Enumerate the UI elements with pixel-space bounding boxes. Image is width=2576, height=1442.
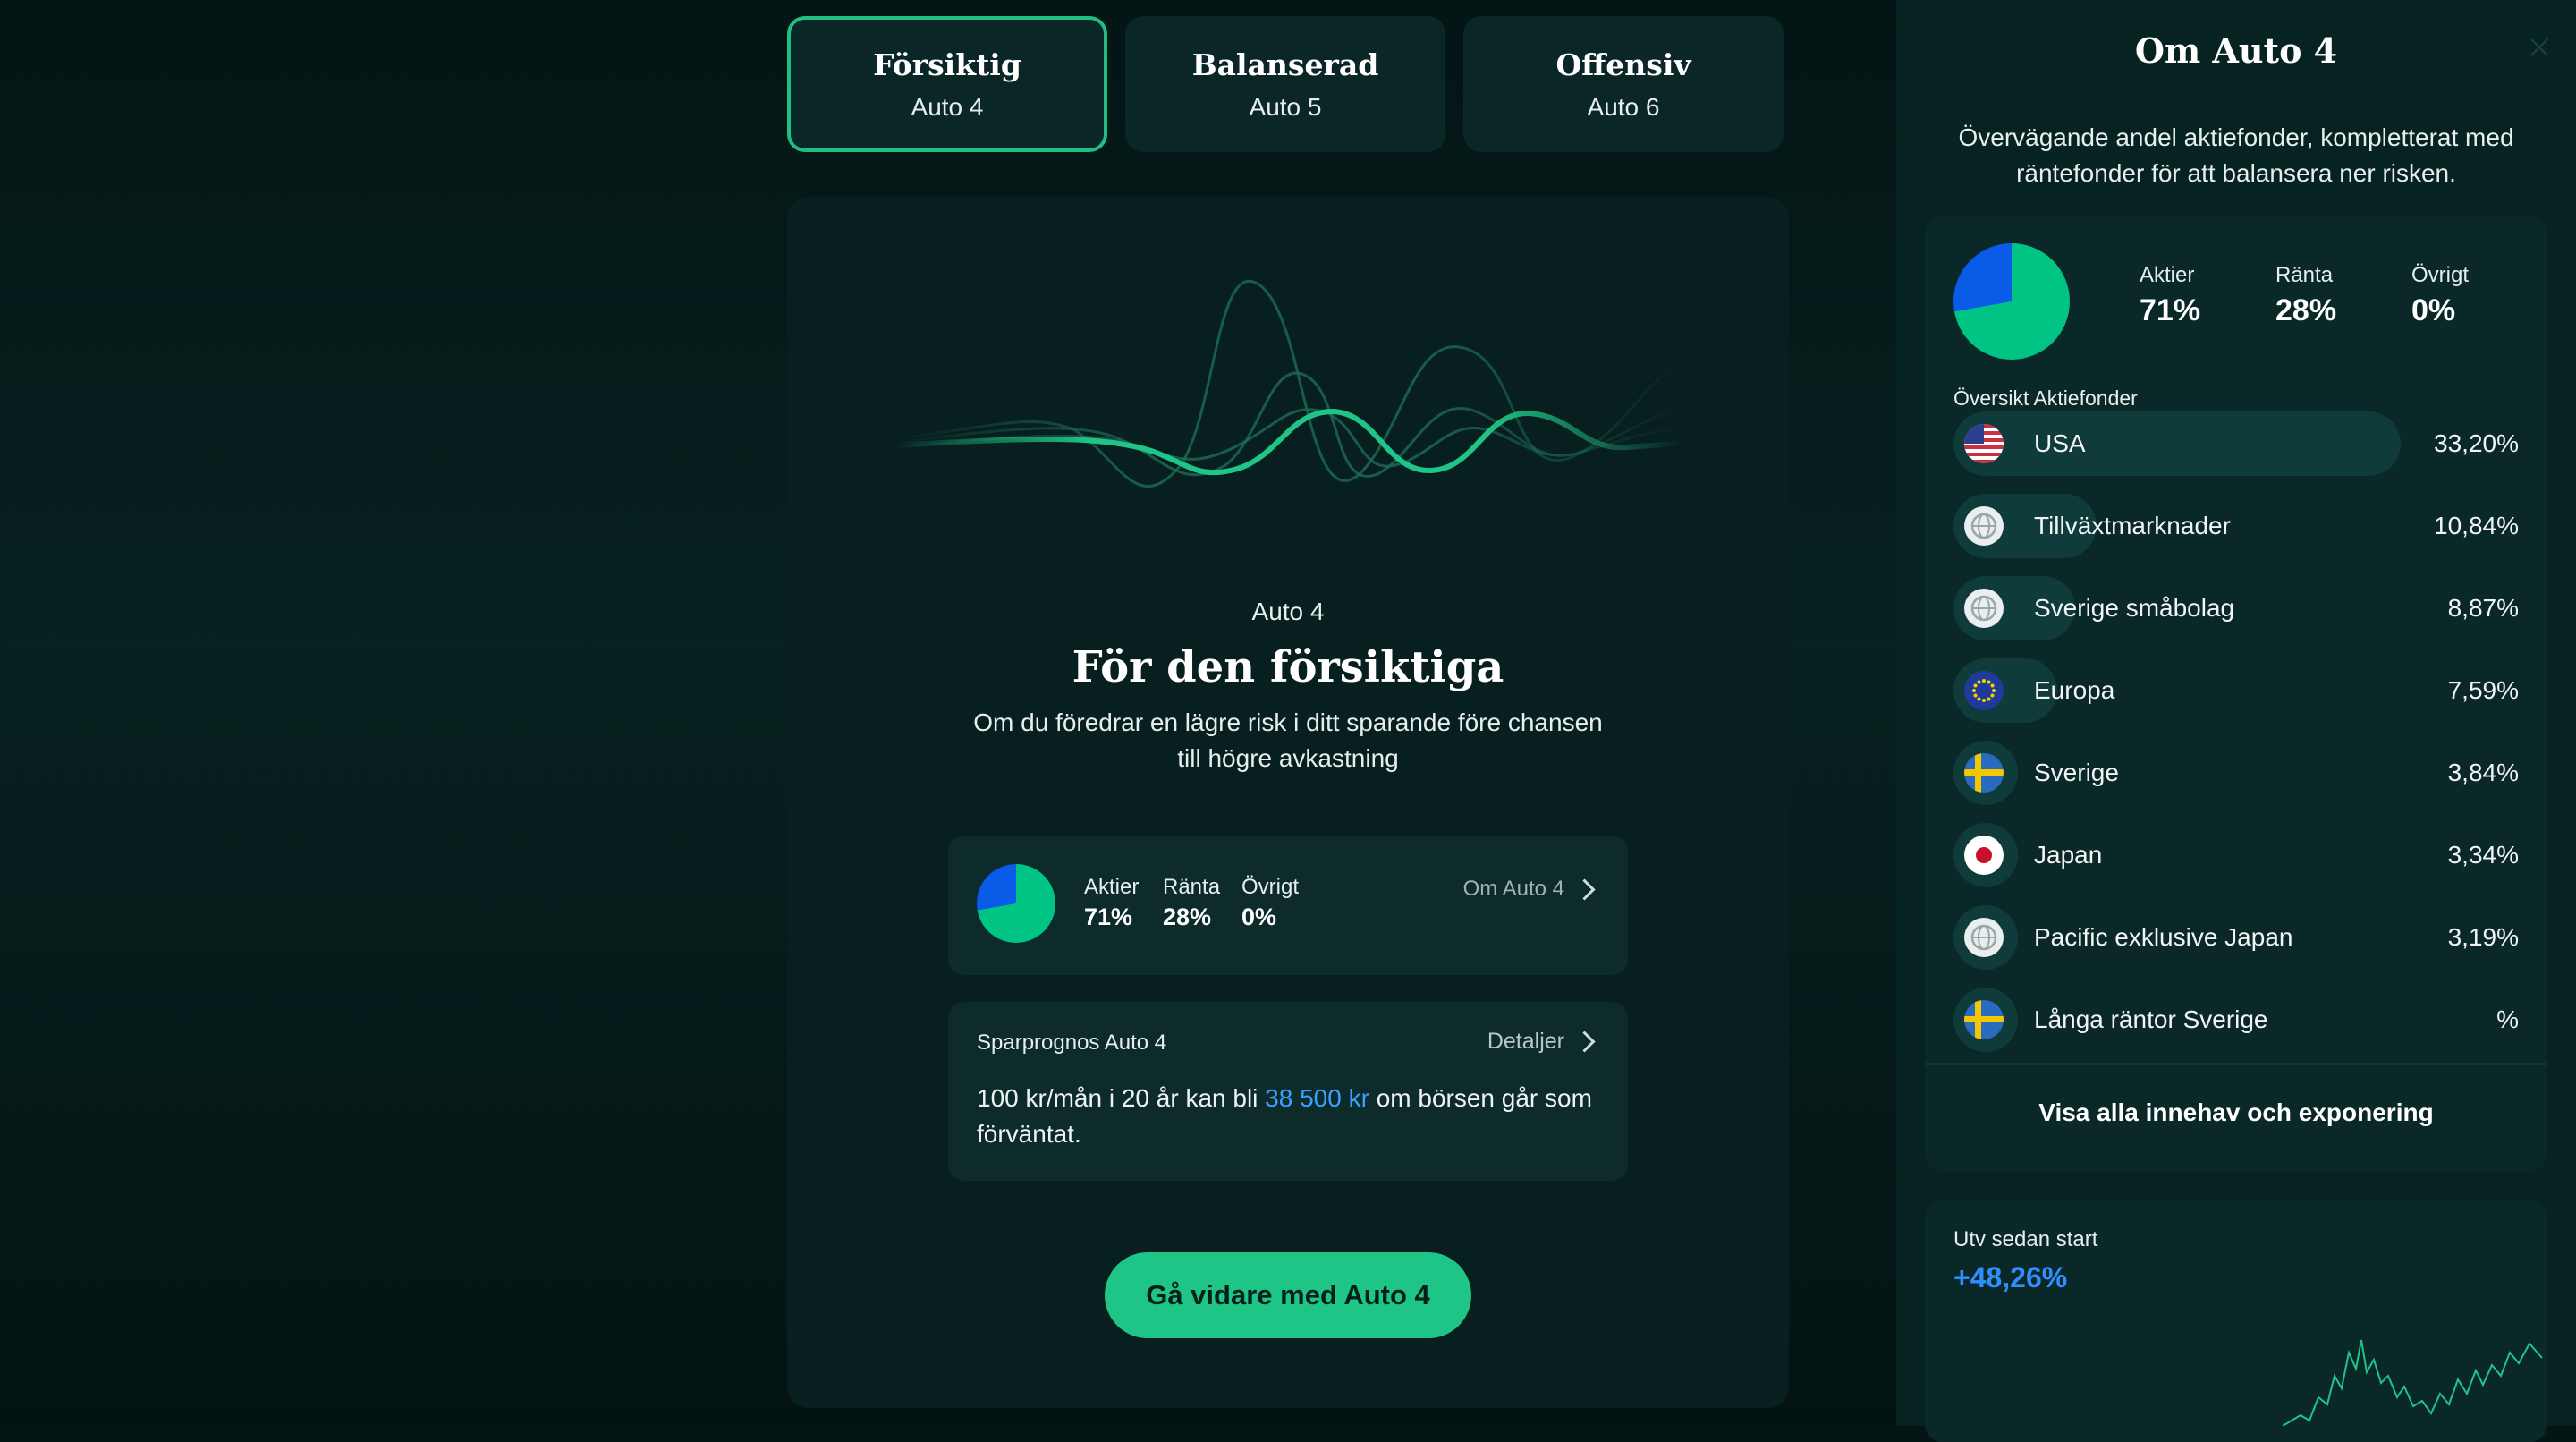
continue-button[interactable]: Gå vidare med Auto 4	[1105, 1252, 1471, 1338]
fund-info-panel: Om Auto 4 Övervägande andel aktiefonder,…	[1896, 0, 2576, 1442]
us-flag-icon	[1964, 424, 2004, 463]
allocation-summary[interactable]: Aktier 71% Ränta 28% Övrigt 0% Om Auto 4	[948, 836, 1628, 975]
details-link[interactable]: Detaljer	[1487, 1029, 1596, 1055]
about-fund-link[interactable]: Om Auto 4	[1462, 877, 1596, 902]
alloc-value: 71%	[2140, 293, 2201, 327]
holding-percent: 3,84%	[2447, 759, 2519, 786]
alloc-value: 0%	[2411, 293, 2456, 327]
holding-percent: 3,34%	[2447, 841, 2519, 869]
holding-row: Sverige småbolag 8,87%	[1953, 576, 2519, 640]
holdings-card: Aktier 71% Ränta 28% Övrigt 0% Översikt …	[1925, 216, 2547, 1172]
eu-flag-icon	[1964, 671, 2004, 710]
description-line: till högre avkastning	[1177, 744, 1399, 772]
details-label: Detaljer	[1487, 1029, 1564, 1054]
tab-title: Balanserad	[1191, 47, 1379, 82]
alloc-ranta: Ränta 28%	[1163, 875, 1220, 931]
holding-row: Sverige 3,84%	[1953, 741, 2519, 805]
tab-title: Försiktig	[873, 47, 1021, 82]
fund-description: Om du föredrar en lägre risk i ditt spar…	[787, 705, 1789, 776]
holding-percent: %	[2496, 1005, 2519, 1033]
wave-illustration	[894, 279, 1682, 488]
performance-label: Utv sedan start	[1953, 1227, 2098, 1251]
allocation-pie	[1953, 243, 2070, 360]
holding-percent: 7,59%	[2447, 676, 2519, 704]
holding-name: Sverige	[2034, 759, 2119, 786]
about-fund-label: Om Auto 4	[1462, 877, 1564, 901]
holding-name: Pacific exklusive Japan	[2034, 923, 2293, 951]
holding-name: USA	[2034, 429, 2086, 457]
tab-subtitle: Auto 5	[1249, 92, 1322, 121]
globe-icon	[1964, 918, 2004, 957]
alloc-label: Övrigt	[1241, 875, 1300, 899]
description-line: Om du föredrar en lägre risk i ditt spar…	[973, 708, 1603, 736]
holding-name: Långa räntor Sverige	[2034, 1005, 2268, 1033]
section-label: Översikt Aktiefonder	[1953, 386, 2138, 410]
panel-description-line: räntefonder för att balansera ner risken…	[2016, 159, 2456, 187]
close-icon[interactable]	[2528, 36, 2551, 59]
tab-subtitle: Auto 4	[911, 92, 984, 121]
page-title: För den försiktiga	[1072, 642, 1504, 692]
holding-row: Tillväxtmarknader 10,84%	[1953, 494, 2519, 558]
holding-name: Europa	[2034, 676, 2115, 704]
tab-title: Offensiv	[1555, 47, 1691, 82]
holding-share-bar	[1953, 411, 2401, 476]
holding-row: Långa räntor Sverige %	[1953, 988, 2519, 1052]
alloc-aktier: Aktier 71%	[2140, 263, 2200, 328]
holding-percent: 10,84%	[2434, 512, 2519, 539]
alloc-label: Ränta	[2275, 263, 2334, 287]
forecast-text-start: 100 kr/mån i 20 år kan bli	[977, 1084, 1266, 1112]
holding-percent: 33,20%	[2434, 429, 2519, 457]
allocation-pie	[977, 864, 1055, 943]
alloc-ranta: Ränta 28%	[2275, 263, 2336, 328]
alloc-label: Ränta	[1163, 875, 1221, 899]
tab-forsiktig[interactable]: Försiktig Auto 4	[787, 16, 1107, 152]
panel-description-line: Övervägande andel aktiefonder, komplette…	[1958, 123, 2514, 151]
japan-flag-icon	[1964, 836, 2004, 875]
alloc-ovrigt: Övrigt 0%	[2411, 263, 2469, 328]
alloc-value: 28%	[1163, 903, 1212, 930]
holding-name: Sverige småbolag	[2034, 594, 2235, 622]
panel-description: Övervägande andel aktiefonder, komplette…	[1932, 120, 2540, 191]
performance-card: Utv sedan start +48,26%	[1925, 1200, 2547, 1442]
globe-icon	[1964, 506, 2004, 546]
globe-icon	[1964, 589, 2004, 628]
divider	[1925, 1063, 2547, 1065]
alloc-value: 28%	[2275, 293, 2337, 327]
holding-row: Europa 7,59%	[1953, 658, 2519, 723]
performance-sparkline	[2282, 1339, 2543, 1426]
show-all-holdings-link[interactable]: Visa alla innehav och exponering	[1925, 1098, 2547, 1127]
tab-subtitle: Auto 6	[1587, 92, 1660, 121]
forecast-text: 100 kr/mån i 20 år kan bli 38 500 kr om …	[977, 1081, 1603, 1152]
alloc-ovrigt: Övrigt 0%	[1241, 875, 1299, 931]
tab-balanserad[interactable]: Balanserad Auto 5	[1125, 16, 1445, 152]
fund-kicker: Auto 4	[1251, 598, 1325, 625]
holding-row: USA 33,20%	[1953, 411, 2519, 476]
tab-offensiv[interactable]: Offensiv Auto 6	[1463, 16, 1784, 152]
fund-card: Auto 4 För den försiktiga Om du föredrar…	[787, 197, 1789, 1408]
alloc-value: 0%	[1241, 903, 1277, 930]
holding-name: Tillväxtmarknader	[2034, 512, 2231, 539]
alloc-value: 71%	[1084, 903, 1133, 930]
alloc-label: Övrigt	[2411, 263, 2470, 287]
alloc-label: Aktier	[2140, 263, 2195, 287]
holding-row: Japan 3,34%	[1953, 823, 2519, 887]
alloc-aktier: Aktier 71%	[1084, 875, 1139, 931]
chevron-right-icon	[1573, 1031, 1596, 1053]
forecast-amount: 38 500 kr	[1265, 1084, 1369, 1112]
holding-row: Pacific exklusive Japan 3,19%	[1953, 905, 2519, 970]
savings-forecast: Sparprognos Auto 4 Detaljer 100 kr/mån i…	[948, 1002, 1628, 1181]
forecast-title: Sparprognos Auto 4	[977, 1031, 1167, 1055]
panel-title: Om Auto 4	[2134, 30, 2338, 71]
alloc-label: Aktier	[1084, 875, 1140, 899]
holding-percent: 3,19%	[2447, 923, 2519, 951]
holding-percent: 8,87%	[2447, 594, 2519, 622]
sweden-flag-icon	[1964, 1000, 2004, 1039]
sweden-flag-icon	[1964, 753, 2004, 793]
holding-name: Japan	[2034, 841, 2103, 869]
chevron-right-icon	[1573, 878, 1596, 901]
